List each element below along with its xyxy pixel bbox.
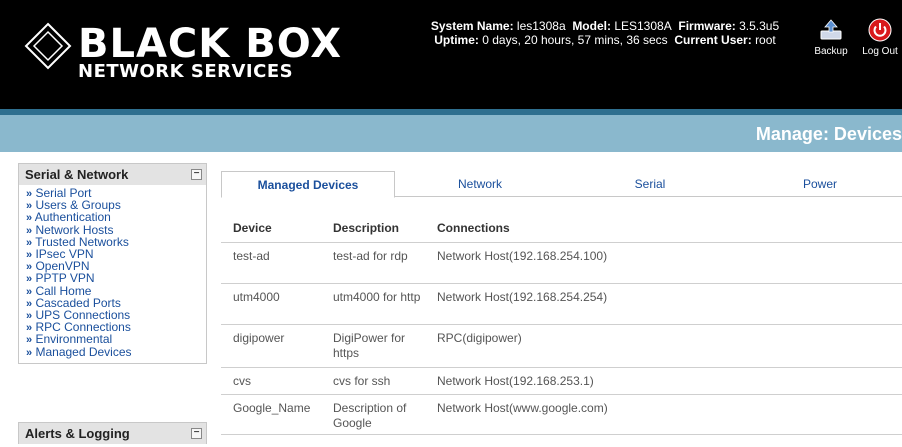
tab-managed-devices[interactable]: Managed Devices [221,171,395,198]
device-cell[interactable]: utm4000 [221,283,321,325]
logout-button[interactable]: Log Out [858,18,902,57]
diamond-logo-icon [24,22,72,70]
description-cell: DigiPower for https [321,324,425,368]
table-row[interactable]: utm4000 utm4000 for http Network Host(19… [221,283,902,325]
managed-devices-table: Device Description Connections test-ad t… [221,215,902,435]
sidebar-serial-network: Serial & Network − » Serial Port » Users… [18,163,207,364]
collapse-icon[interactable]: − [191,169,202,180]
table-row[interactable]: Google_Name Description of Google Networ… [221,394,902,435]
logo-subtitle: NETWORK SERVICES [78,61,294,82]
top-header: BLACK BOX NETWORK SERVICES System Name: … [0,0,902,109]
column-header-device: Device [221,215,321,243]
sidebar-item-label: Managed Devices [35,344,132,359]
tab-power[interactable]: Power [735,171,902,198]
logout-label: Log Out [862,46,898,57]
tab-serial[interactable]: Serial [565,171,735,198]
uptime-value: 0 days, 20 hours, 57 mins, 36 secs [482,33,668,47]
description-cell: test-ad for rdp [321,242,425,284]
table-row[interactable]: cvs cvs for ssh Network Host(192.168.253… [221,367,902,395]
firmware-label: Firmware: [678,19,736,33]
connections-cell: Network Host(192.168.254.254) [425,283,902,325]
collapse-icon[interactable]: − [191,428,202,439]
tab-network[interactable]: Network [395,171,565,198]
tab-label: Network [457,177,502,191]
current-user-label: Current User: [674,33,752,47]
tab-label: Serial [634,177,666,191]
tab-label: Power [802,177,837,191]
sidebar-item-managed-devices[interactable]: » Managed Devices [26,344,206,359]
description-cell: utm4000 for http [321,283,425,325]
device-cell[interactable]: Google_Name [221,394,321,435]
system-name-value: les1308a [516,19,566,33]
table-row[interactable]: digipower DigiPower for https RPC(digipo… [221,324,902,368]
device-cell[interactable]: cvs [221,367,321,395]
connections-cell: Network Host(192.168.253.1) [425,367,902,395]
page-title: Manage: Devices [755,124,902,144]
description-cell: Description of Google [321,394,425,435]
description-cell: cvs for ssh [321,367,425,395]
sidebar-menu: » Serial Port » Users & Groups » Authent… [19,185,206,363]
connections-cell: Network Host(192.168.254.100) [425,242,902,284]
device-cell[interactable]: digipower [221,324,321,368]
sidebar-section-title: Alerts & Logging [25,426,130,441]
model-label: Model: [572,19,611,33]
bullet-icon: » [26,346,33,359]
column-header-connections: Connections [425,215,902,243]
sidebar-section-header[interactable]: Serial & Network − [19,164,206,185]
column-header-description: Description [321,215,425,243]
sidebar-section-header[interactable]: Alerts & Logging − [19,423,206,444]
backup-icon [820,19,842,40]
model-value: LES1308A [614,19,672,33]
sidebar-section-title: Serial & Network [25,167,129,182]
tab-label: Managed Devices [257,178,359,192]
table-row[interactable]: test-ad test-ad for rdp Network Host(192… [221,242,902,284]
device-cell[interactable]: test-ad [221,242,321,284]
power-icon [868,18,892,42]
table-header-row: Device Description Connections [221,215,902,243]
current-user-value: root [755,33,776,47]
connections-cell: RPC(digipower) [425,324,902,368]
black-box-logo: BLACK BOX NETWORK SERVICES [22,20,341,86]
logo-title: BLACK BOX [78,21,343,67]
system-info: System Name: les1308a Model: LES1308A Fi… [420,19,790,47]
sidebar-alerts-logging: Alerts & Logging − [18,422,207,444]
backup-label: Backup [814,46,848,57]
connections-cell: Network Host(www.google.com) [425,394,902,435]
backup-button[interactable]: Backup [813,18,849,57]
tab-bar: Managed Devices Network Serial Power [221,171,902,198]
uptime-label: Uptime: [434,33,479,47]
firmware-value: 3.5.3u5 [739,19,780,33]
system-name-label: System Name: [430,19,514,33]
